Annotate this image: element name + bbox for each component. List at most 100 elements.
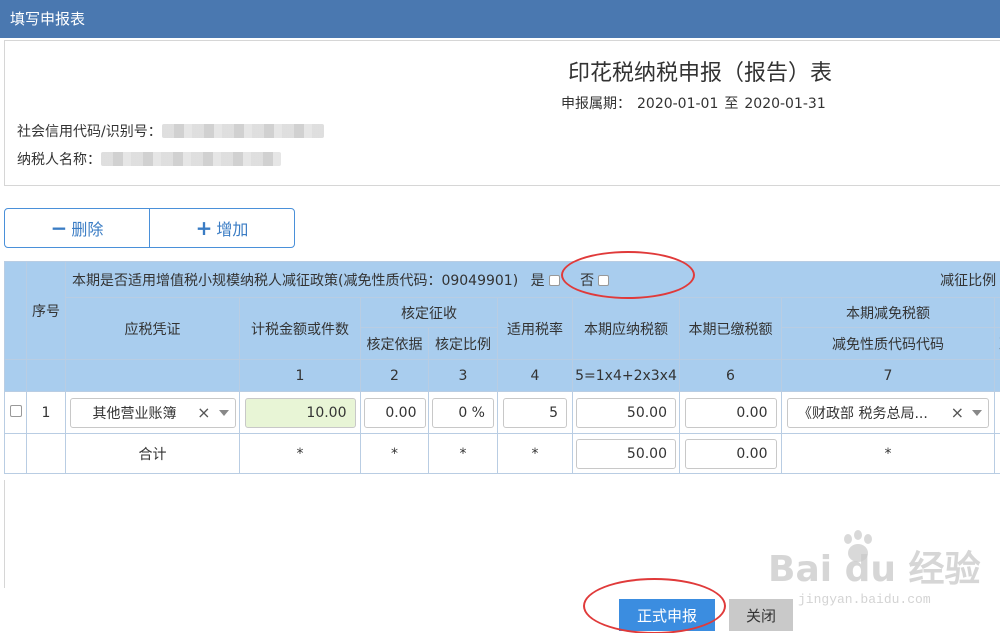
payable-input[interactable]: 50.00 [576, 397, 676, 428]
row-toolbar: − 删除 + 增加 [4, 208, 295, 248]
total-row: 合计 * * * * 50.00 0.00 * [4, 433, 1000, 474]
policy-yes-checkbox[interactable] [548, 274, 560, 286]
paid-input[interactable]: 0.00 [684, 397, 777, 428]
index-3: 3 [428, 359, 498, 392]
index-5: 5=1x4+2x3x4 [572, 359, 680, 392]
total-ratio-star: * [428, 433, 498, 474]
header-rate: 适用税率 [497, 297, 573, 360]
taxpayer-name-redacted [101, 152, 281, 166]
header-relief-extra: 减 [993, 327, 1000, 360]
row-relief-code-cell: 《财政部 税务总局... × [781, 391, 995, 434]
header-select-cell [4, 261, 27, 360]
relief-code-value: 《财政部 税务总局... [798, 405, 928, 422]
voucher-select[interactable]: 其他营业账簿 × [69, 397, 236, 428]
basis-input[interactable]: 0.00 [363, 397, 426, 428]
total-paid: 0.00 [684, 438, 777, 469]
table-row: 1 其他营业账簿 × 10.00 0.00 0 % 5 50.00 0.00 《… [4, 391, 1000, 434]
policy-yes-label: 是 [530, 272, 545, 289]
credit-code-line: 社会信用代码/识别号： [17, 121, 324, 141]
chevron-down-icon[interactable] [218, 409, 229, 416]
header-amount: 计税金额或件数 [239, 297, 361, 360]
header-seq: 序号 [26, 261, 66, 360]
total-payable-cell: 50.00 [572, 433, 680, 474]
policy-no-label: 否 [580, 272, 595, 289]
header-approved: 核定征收 [360, 297, 498, 328]
index-2: 2 [360, 359, 429, 392]
row-rate-cell: 5 [497, 391, 573, 434]
row-payable-cell: 50.00 [572, 391, 680, 434]
delete-label: 删除 [71, 220, 104, 239]
period-end: 2020-01-31 [744, 96, 826, 112]
row-seq: 1 [26, 391, 66, 434]
index-6: 6 [679, 359, 782, 392]
index-1: 1 [239, 359, 361, 392]
index-empty-end [993, 359, 1000, 392]
amount-input[interactable]: 10.00 [244, 397, 356, 428]
voucher-value: 其他营业账簿 [92, 405, 177, 422]
rate-input[interactable]: 5 [503, 397, 567, 428]
minus-icon: − [50, 216, 68, 240]
policy-no: 否 [580, 273, 615, 289]
total-empty-1 [4, 433, 27, 474]
index-empty-2 [26, 359, 66, 392]
baidu-watermark-url: jingyan.baidu.com [798, 592, 931, 607]
taxpayer-name-label: 纳税人名称： [17, 152, 101, 168]
header-approved-ratio: 核定比例 [428, 327, 498, 360]
total-paid-cell: 0.00 [679, 433, 782, 474]
row-paid-cell: 0.00 [679, 391, 782, 434]
header-payable: 本期应纳税额 [572, 297, 680, 360]
policy-row: 本期是否适用增值税小规模纳税人减征政策(减免性质代码：09049901) 是 否… [64, 261, 1000, 298]
credit-code-redacted [161, 124, 324, 138]
index-empty-1 [4, 359, 27, 392]
header-approved-basis: 核定依据 [360, 327, 429, 360]
delete-button[interactable]: − 删除 [5, 209, 149, 247]
content-left-border [4, 480, 5, 588]
index-empty-3 [65, 359, 240, 392]
policy-no-checkbox[interactable] [598, 274, 610, 286]
total-payable: 50.00 [576, 438, 676, 469]
report-header: 印花税纳税申报（报告）表 申报属期： 2020-01-01 至 2020-01-31 … [4, 40, 1000, 186]
close-button[interactable]: 关闭 [729, 599, 793, 631]
index-7: 7 [781, 359, 995, 392]
row-basis-cell: 0.00 [360, 391, 429, 434]
policy-yes: 是 [531, 273, 566, 289]
period-label: 申报属期： [561, 96, 631, 112]
header-voucher: 应税凭证 [65, 297, 240, 360]
total-extra-cell [993, 433, 1000, 474]
total-empty-2 [26, 433, 66, 474]
period-separator: 至 [724, 96, 739, 112]
report-title: 印花税纳税申报（报告）表 [567, 61, 832, 86]
policy-text: 本期是否适用增值税小规模纳税人减征政策(减免性质代码：09049901) [72, 272, 519, 289]
add-label: 增加 [216, 220, 249, 239]
index-4: 4 [497, 359, 573, 392]
ratio-input[interactable]: 0 % [432, 397, 494, 428]
row-amount-cell: 10.00 [239, 391, 361, 434]
credit-code-label: 社会信用代码/识别号： [17, 124, 162, 140]
header-relief: 本期减免税额 [781, 297, 995, 328]
total-basis-star: * [360, 433, 429, 474]
declaration-table: 序号 本期是否适用增值税小规模纳税人减征政策(减免性质代码：09049901) … [4, 261, 1000, 474]
total-rate-star: * [497, 433, 573, 474]
header-relief-code: 减免性质代码代码 [781, 327, 995, 360]
window-title: 填写申报表 [0, 0, 1000, 38]
total-label: 合计 [65, 433, 240, 474]
clear-icon[interactable]: × [197, 403, 210, 422]
clear-icon[interactable]: × [951, 403, 964, 422]
total-relief-star: * [781, 433, 995, 474]
submit-button[interactable]: 正式申报 [619, 599, 715, 631]
report-period: 申报属期： 2020-01-01 至 2020-01-31 [561, 93, 832, 113]
row-voucher-cell: 其他营业账簿 × [65, 391, 240, 434]
relief-code-select[interactable]: 《财政部 税务总局... × [787, 397, 989, 428]
period-start: 2020-01-01 [637, 96, 719, 112]
row-ratio-cell: 0 % [428, 391, 498, 434]
row-select-cell [4, 391, 27, 434]
row-extra-cell [993, 391, 1000, 434]
taxpayer-name-line: 纳税人名称： [17, 149, 281, 169]
row-checkbox[interactable] [9, 404, 22, 417]
chevron-down-icon[interactable] [972, 409, 982, 416]
total-amount-star: * [239, 433, 361, 474]
add-button[interactable]: + 增加 [149, 209, 294, 247]
plus-icon: + [195, 216, 213, 240]
header-paid: 本期已缴税额 [679, 297, 782, 360]
reduce-ratio-label: 减征比例 [940, 273, 997, 289]
